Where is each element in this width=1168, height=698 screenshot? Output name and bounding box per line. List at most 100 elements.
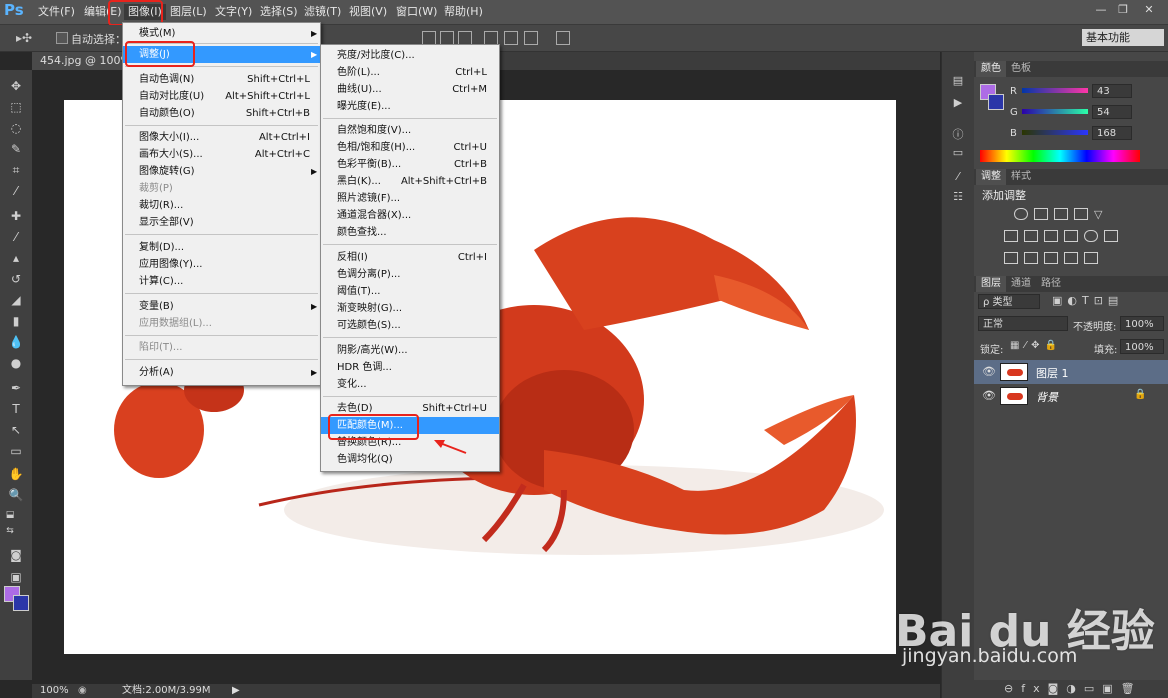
stamp-icon[interactable]: ▴ <box>8 250 24 266</box>
image-menu-duplicate[interactable]: 复制(D)... <box>123 239 320 256</box>
align-vcenter-icon[interactable] <box>440 31 454 45</box>
image-menu-calculations[interactable]: 计算(C)... <box>123 273 320 290</box>
adjust-gradient-map[interactable]: 渐变映射(G)... <box>321 300 499 317</box>
image-menu-variables[interactable]: 变量(B) ▶ <box>123 298 320 315</box>
image-menu-auto-tone[interactable]: 自动色调(N) Shift+Ctrl+L <box>123 71 320 88</box>
marquee-icon[interactable]: ⬚ <box>8 99 24 115</box>
adjust-photo-filter[interactable]: 照片滤镜(F)... <box>321 190 499 207</box>
brightness-icon[interactable] <box>1014 208 1028 220</box>
channel-mixer-icon[interactable] <box>1084 230 1098 242</box>
restore-icon[interactable]: ❐ <box>1114 2 1132 18</box>
info-panel-icon[interactable]: ⓘ <box>950 126 966 141</box>
properties-panel-icon[interactable]: ▭ <box>950 146 966 160</box>
adjust-shadows-highlights[interactable]: 阴影/高光(W)... <box>321 342 499 359</box>
exposure-icon[interactable] <box>1074 208 1088 220</box>
image-menu-image-size[interactable]: 图像大小(I)... Alt+Ctrl+I <box>123 129 320 146</box>
image-menu-apply-image[interactable]: 应用图像(Y)... <box>123 256 320 273</box>
menu-select[interactable]: 选择(S) <box>260 4 298 20</box>
adjust-selective-color[interactable]: 可选颜色(S)... <box>321 317 499 334</box>
eraser-icon[interactable]: ◢ <box>8 292 24 308</box>
workspace-select[interactable]: 基本功能 <box>1082 29 1164 46</box>
menu-help[interactable]: 帮助(H) <box>444 4 483 20</box>
threshold-icon[interactable] <box>1044 252 1058 264</box>
menu-view[interactable]: 视图(V) <box>349 4 387 20</box>
fill-input[interactable]: 100% <box>1120 339 1164 354</box>
menu-layer[interactable]: 图层(L) <box>170 4 207 20</box>
auto-align-icon[interactable] <box>556 31 570 45</box>
adjust-color-lookup[interactable]: 颜色查找... <box>321 224 499 241</box>
adjust-threshold[interactable]: 阈值(T)... <box>321 283 499 300</box>
color-spectrum-bar[interactable] <box>980 150 1140 162</box>
color-lookup-icon[interactable] <box>1104 230 1118 242</box>
align-hcenter-icon[interactable] <box>504 31 518 45</box>
tab-swatches[interactable]: 色板 <box>1006 61 1036 77</box>
blur-icon[interactable]: 💧 <box>8 334 24 350</box>
hue-sat-icon[interactable] <box>1004 230 1018 242</box>
quick-mask-icon[interactable]: ◙ <box>8 547 24 563</box>
hand-icon[interactable]: ✋ <box>8 466 24 482</box>
image-menu-auto-color[interactable]: 自动颜色(O) Shift+Ctrl+B <box>123 105 320 122</box>
tab-styles[interactable]: 样式 <box>1006 169 1036 185</box>
adjust-brightness-contrast[interactable]: 亮度/对比度(C)... <box>321 47 499 64</box>
image-menu-rotation[interactable]: 图像旋转(G) ▶ <box>123 163 320 180</box>
adjust-black-white[interactable]: 黑白(K)... Alt+Shift+Ctrl+B <box>321 173 499 190</box>
image-menu-analysis[interactable]: 分析(A) ▶ <box>123 364 320 381</box>
history-panel-icon[interactable]: ▤ <box>950 74 966 88</box>
opacity-input[interactable]: 100% <box>1120 316 1164 331</box>
swap-colors-icon[interactable]: ⬓ ⇆ <box>2 507 18 536</box>
color-balance-icon[interactable] <box>1024 230 1038 242</box>
tab-paths[interactable]: 路径 <box>1036 276 1066 292</box>
menu-type[interactable]: 文字(Y) <box>215 4 252 20</box>
curves-icon[interactable] <box>1054 208 1068 220</box>
status-menu-icon[interactable]: ◉ <box>78 684 87 698</box>
adjust-hue-saturation[interactable]: 色相/饱和度(H)... Ctrl+U <box>321 139 499 156</box>
adjust-variations[interactable]: 变化... <box>321 376 499 393</box>
adjust-equalize[interactable]: 色调均化(Q) <box>321 451 499 468</box>
adjust-channel-mixer[interactable]: 通道混合器(X)... <box>321 207 499 224</box>
tab-color[interactable]: 颜色 <box>976 61 1006 77</box>
history-brush-icon[interactable]: ↺ <box>8 271 24 287</box>
adjust-exposure[interactable]: 曝光度(E)... <box>321 98 499 115</box>
adjust-invert[interactable]: 反相(I) Ctrl+I <box>321 249 499 266</box>
brush-icon[interactable]: ⁄ <box>8 229 24 245</box>
visibility-eye-icon[interactable]: 👁 <box>982 389 996 402</box>
b-value-input[interactable]: 168 <box>1092 126 1132 140</box>
gradient-icon[interactable]: ▮ <box>8 313 24 329</box>
align-bottom-icon[interactable] <box>458 31 472 45</box>
move-icon[interactable]: ✥ <box>8 78 24 94</box>
selective-color-icon[interactable] <box>1084 252 1098 264</box>
pen-icon[interactable]: ✒ <box>8 380 24 396</box>
menu-file[interactable]: 文件(F) <box>38 4 75 20</box>
dodge-icon[interactable]: ● <box>8 355 24 371</box>
close-icon[interactable]: ✕ <box>1140 2 1158 18</box>
quick-select-icon[interactable]: ✎ <box>8 141 24 157</box>
layer-row-layer1[interactable]: 👁 图层 1 <box>974 360 1168 384</box>
crop-icon[interactable]: ⌗ <box>8 162 24 178</box>
adjust-color-balance[interactable]: 色彩平衡(B)... Ctrl+B <box>321 156 499 173</box>
gradient-map-icon[interactable] <box>1064 252 1078 264</box>
menu-window[interactable]: 窗口(W) <box>396 4 437 20</box>
actions-play-icon[interactable]: ▶ <box>950 96 966 110</box>
zoom-level[interactable]: 100% <box>40 684 69 698</box>
layer-footer-icons[interactable]: ⊖fx◙◑▭▣🗑 <box>1004 682 1143 695</box>
background-color-swatch[interactable] <box>13 595 29 611</box>
image-menu-trim[interactable]: 裁切(R)... <box>123 197 320 214</box>
menu-filter[interactable]: 滤镜(T) <box>304 4 341 20</box>
layer-filter-icons[interactable]: ▣◐T⊡▤ <box>1052 294 1123 307</box>
adjust-hdr-toning[interactable]: HDR 色调... <box>321 359 499 376</box>
image-menu-mode[interactable]: 模式(M) ▶ <box>123 25 320 42</box>
screen-mode-icon[interactable]: ▣ <box>8 569 24 585</box>
image-menu-canvas-size[interactable]: 画布大小(S)... Alt+Ctrl+C <box>123 146 320 163</box>
type-icon[interactable]: T <box>8 401 24 417</box>
tab-layers[interactable]: 图层 <box>976 276 1006 292</box>
adjust-levels[interactable]: 色阶(L)... Ctrl+L <box>321 64 499 81</box>
r-slider[interactable] <box>1022 88 1088 93</box>
image-menu-auto-contrast[interactable]: 自动对比度(U) Alt+Shift+Ctrl+L <box>123 88 320 105</box>
lasso-icon[interactable]: ◌ <box>8 120 24 136</box>
r-value-input[interactable]: 43 <box>1092 84 1132 98</box>
color-bg-swatch[interactable] <box>988 94 1004 110</box>
posterize-icon[interactable] <box>1024 252 1038 264</box>
levels-icon[interactable] <box>1034 208 1048 220</box>
g-slider[interactable] <box>1022 109 1088 114</box>
tab-adjustments[interactable]: 调整 <box>976 169 1006 185</box>
